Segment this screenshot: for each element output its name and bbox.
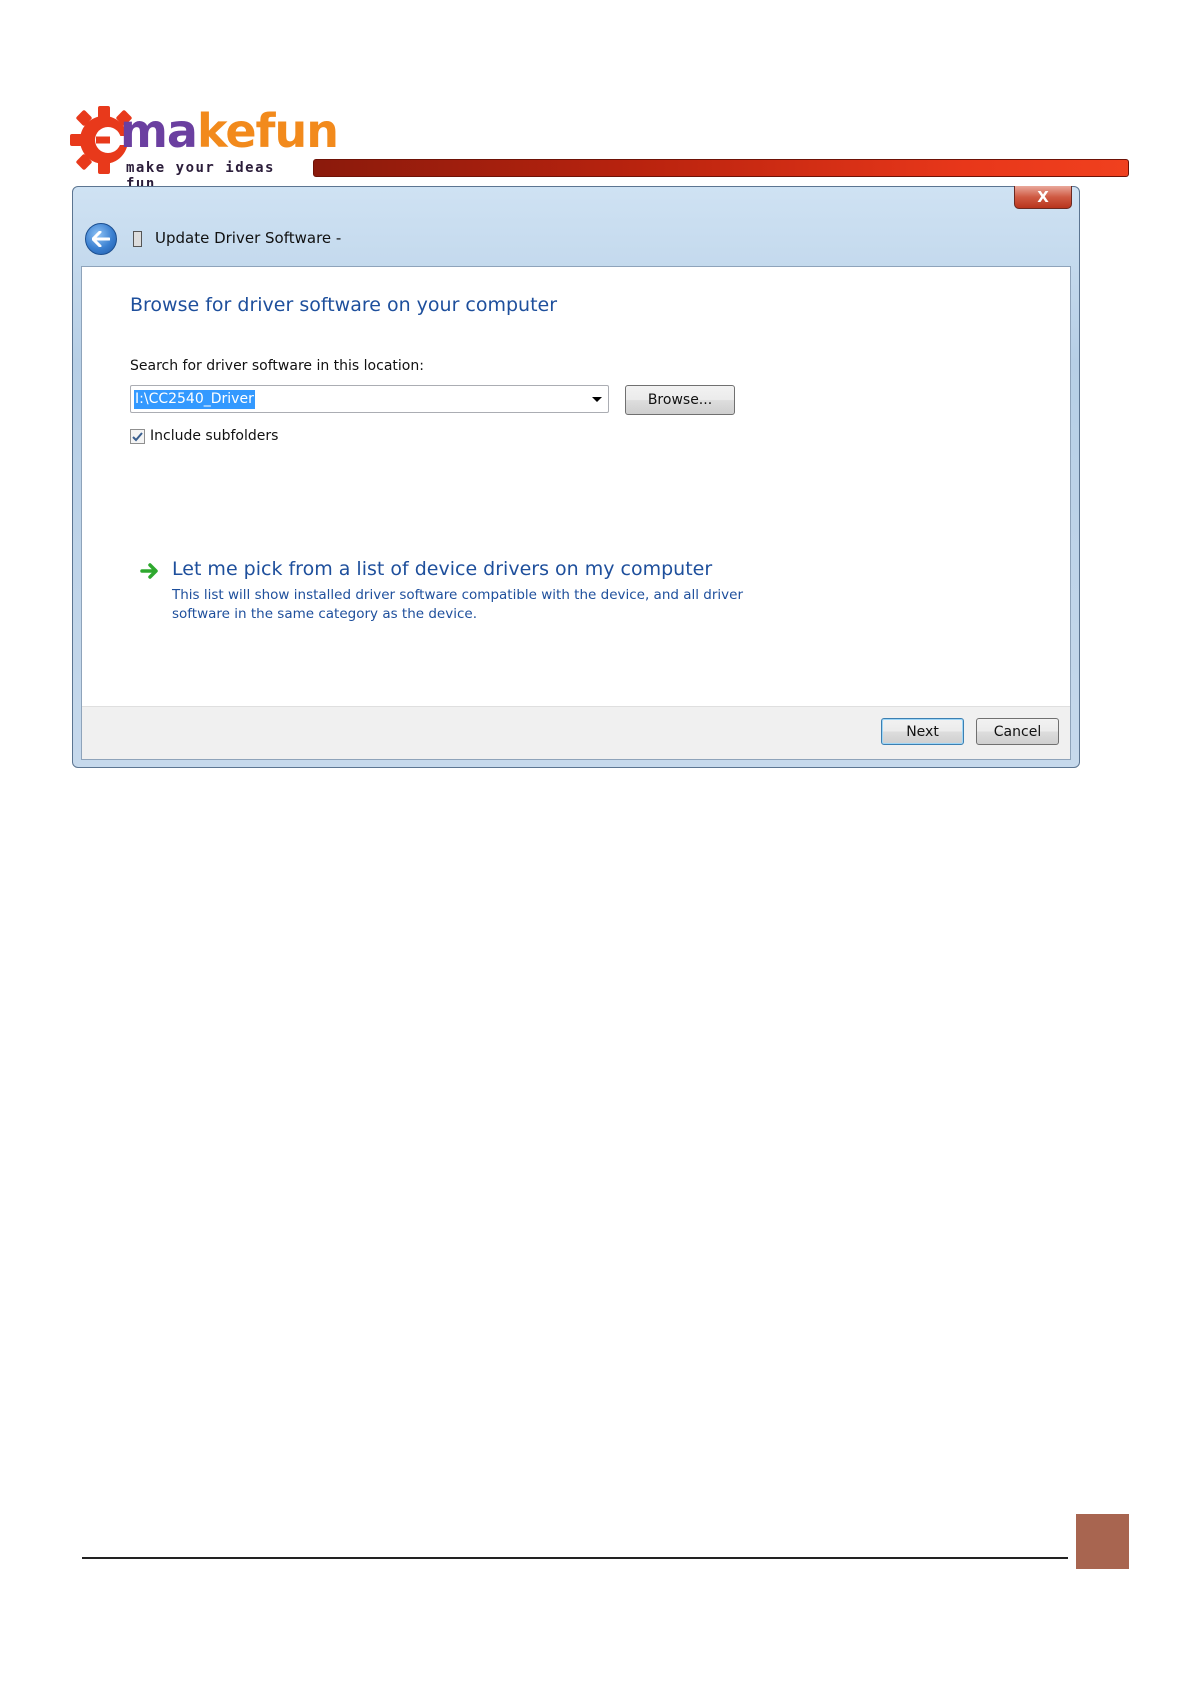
window-title: Update Driver Software - [155, 229, 342, 247]
next-button[interactable]: Next [881, 718, 964, 745]
page-title: Browse for driver software on your compu… [130, 294, 558, 316]
driver-path-value: I:\CC2540_Driver [134, 390, 255, 409]
driver-path-combobox[interactable]: I:\CC2540_Driver [130, 385, 609, 413]
back-button[interactable] [85, 223, 117, 255]
update-driver-window: X Update Driver Software - Browse for dr… [72, 186, 1080, 768]
page-number-block [1076, 1514, 1129, 1569]
include-subfolders-label: Include subfolders [150, 428, 279, 444]
dropdown-arrow-icon[interactable] [592, 397, 602, 402]
footer-rule [82, 1557, 1068, 1559]
back-arrow-icon [92, 231, 110, 247]
include-subfolders-checkbox[interactable] [130, 429, 145, 444]
header-bar [313, 159, 1129, 177]
makefun-logo: makefun make your ideas fun [70, 100, 339, 192]
wizard-footer: Next Cancel [82, 706, 1070, 759]
green-arrow-icon [140, 563, 158, 579]
wizard-content: Browse for driver software on your compu… [81, 266, 1071, 760]
checkmark-icon [132, 431, 143, 441]
pick-from-list-description: This list will show installed driver sof… [172, 587, 744, 622]
close-icon: X [1037, 188, 1049, 206]
pick-from-list-link[interactable]: Let me pick from a list of device driver… [140, 558, 780, 628]
navigation-bar: Update Driver Software - [81, 221, 1071, 259]
close-button[interactable]: X [1014, 186, 1072, 209]
cancel-button[interactable]: Cancel [976, 718, 1059, 745]
device-icon [133, 231, 142, 247]
search-location-label: Search for driver software in this locat… [130, 358, 424, 374]
browse-button[interactable]: Browse... [625, 385, 735, 415]
brand-name: makefun [120, 104, 339, 158]
pick-from-list-title[interactable]: Let me pick from a list of device driver… [172, 558, 712, 580]
